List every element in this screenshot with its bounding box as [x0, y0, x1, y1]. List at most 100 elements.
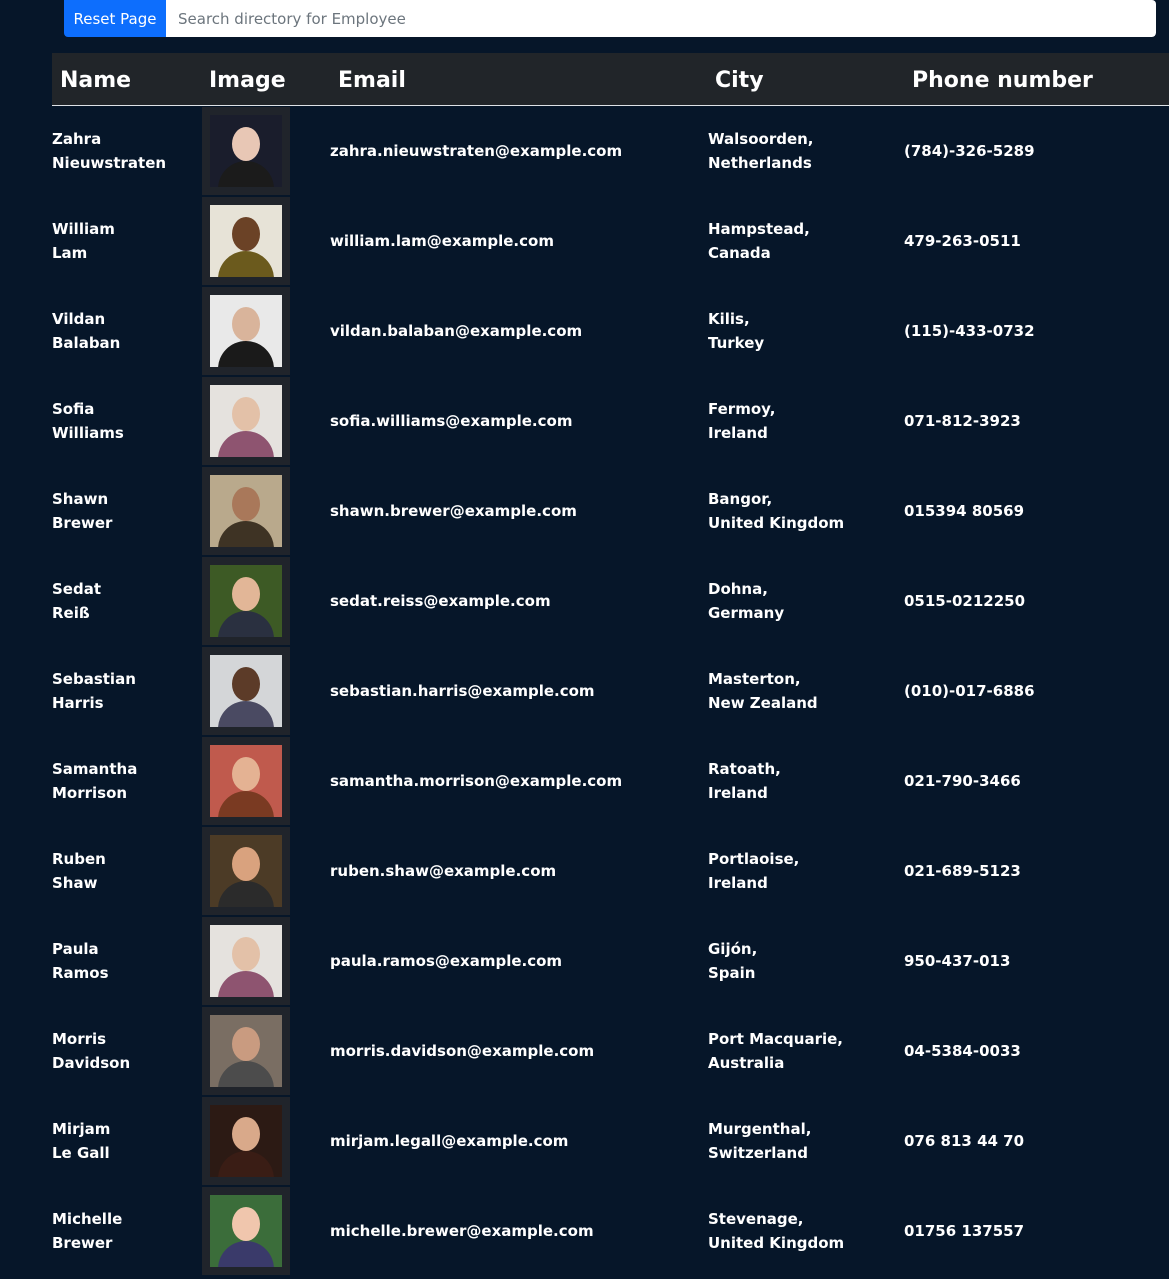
employee-phone: 076 813 44 70 — [904, 1132, 1025, 1150]
city: Gijón, — [708, 940, 758, 958]
city: Stevenage, — [708, 1210, 804, 1228]
table-row: Ruben Shaw ruben.shaw@example.com Portla… — [0, 827, 1169, 917]
avatar — [210, 1105, 282, 1177]
avatar-shoulders — [218, 611, 274, 637]
last-name: Brewer — [52, 514, 113, 532]
avatar-shoulders — [218, 791, 274, 817]
avatar-frame — [202, 557, 290, 645]
employee-phone: (115)-433-0732 — [904, 322, 1035, 340]
employee-email: paula.ramos@example.com — [330, 952, 563, 970]
avatar-frame — [202, 827, 290, 915]
avatar — [210, 835, 282, 907]
employee-location: Gijón, Spain — [708, 937, 898, 985]
last-name: Davidson — [52, 1054, 131, 1072]
avatar-shoulders — [218, 341, 274, 367]
employee-email: sofia.williams@example.com — [330, 412, 573, 430]
employee-name: Zahra Nieuwstraten — [52, 127, 197, 175]
avatar-head — [232, 847, 260, 881]
last-name: Nieuwstraten — [52, 154, 167, 172]
avatar-head — [232, 307, 260, 341]
first-name: Ruben — [52, 850, 106, 868]
city: Portlaoise, — [708, 850, 800, 868]
avatar-head — [232, 1027, 260, 1061]
last-name: Shaw — [52, 874, 98, 892]
first-name: Morris — [52, 1030, 107, 1048]
avatar-frame — [202, 737, 290, 825]
employee-email: vildan.balaban@example.com — [330, 322, 583, 340]
first-name: Mirjam — [52, 1120, 111, 1138]
avatar-head — [232, 487, 260, 521]
avatar — [210, 205, 282, 277]
employee-phone: 071-812-3923 — [904, 412, 1021, 430]
employee-phone: 950-437-013 — [904, 952, 1011, 970]
avatar — [210, 745, 282, 817]
employee-email: michelle.brewer@example.com — [330, 1222, 594, 1240]
table-row: Morris Davidson morris.davidson@example.… — [0, 1007, 1169, 1097]
avatar-frame — [202, 287, 290, 375]
table-row: Mirjam Le Gall mirjam.legall@example.com… — [0, 1097, 1169, 1187]
employee-name: Sedat Reiß — [52, 577, 197, 625]
last-name: Reiß — [52, 604, 90, 622]
employee-location: Port Macquarie, Australia — [708, 1027, 898, 1075]
last-name: Balaban — [52, 334, 121, 352]
employee-email: sebastian.harris@example.com — [330, 682, 595, 700]
employee-location: Masterton, New Zealand — [708, 667, 898, 715]
avatar-shoulders — [218, 251, 274, 277]
employee-email: morris.davidson@example.com — [330, 1042, 595, 1060]
country: Ireland — [708, 424, 768, 442]
table-row: William Lam william.lam@example.com Hamp… — [0, 197, 1169, 287]
avatar-head — [232, 667, 260, 701]
avatar-shoulders — [218, 701, 274, 727]
avatar — [210, 385, 282, 457]
avatar-frame — [202, 467, 290, 555]
country: United Kingdom — [708, 1234, 845, 1252]
reset-page-button[interactable]: Reset Page — [64, 0, 166, 37]
header-name[interactable]: Name — [60, 53, 131, 105]
last-name: Ramos — [52, 964, 109, 982]
first-name: Michelle — [52, 1210, 123, 1228]
avatar — [210, 115, 282, 187]
header-image: Image — [209, 68, 286, 93]
first-name: Paula — [52, 940, 99, 958]
avatar-head — [232, 127, 260, 161]
avatar — [210, 1195, 282, 1267]
employee-location: Walsoorden, Netherlands — [708, 127, 898, 175]
first-name: Sofia — [52, 400, 95, 418]
city: Murgenthal, — [708, 1120, 812, 1138]
avatar-shoulders — [218, 881, 274, 907]
avatar-head — [232, 757, 260, 791]
employee-email: ruben.shaw@example.com — [330, 862, 557, 880]
header-email: Email — [338, 68, 406, 93]
avatar-shoulders — [218, 1061, 274, 1087]
country: Ireland — [708, 874, 768, 892]
country: Germany — [708, 604, 785, 622]
employee-email: zahra.nieuwstraten@example.com — [330, 142, 623, 160]
search-bar: Reset Page — [64, 0, 1156, 37]
country: United Kingdom — [708, 514, 845, 532]
employee-name: William Lam — [52, 217, 197, 265]
header-phone: Phone number — [912, 68, 1093, 93]
avatar-head — [232, 217, 260, 251]
avatar-head — [232, 577, 260, 611]
avatar-shoulders — [218, 431, 274, 457]
search-input[interactable] — [166, 0, 1156, 37]
employee-location: Stevenage, United Kingdom — [708, 1207, 898, 1255]
avatar-head — [232, 1117, 260, 1151]
avatar-frame — [202, 1007, 290, 1095]
avatar-frame — [202, 647, 290, 735]
employee-name: Michelle Brewer — [52, 1207, 197, 1255]
header-city: City — [715, 68, 764, 93]
employee-location: Fermoy, Ireland — [708, 397, 898, 445]
country: Canada — [708, 244, 771, 262]
employee-name: Sebastian Harris — [52, 667, 197, 715]
table-row: Vildan Balaban vildan.balaban@example.co… — [0, 287, 1169, 377]
employee-location: Murgenthal, Switzerland — [708, 1117, 898, 1165]
employee-name: Morris Davidson — [52, 1027, 197, 1075]
avatar-frame — [202, 1187, 290, 1275]
country: Netherlands — [708, 154, 812, 172]
avatar — [210, 295, 282, 367]
employee-phone: (784)-326-5289 — [904, 142, 1035, 160]
first-name: Shawn — [52, 490, 109, 508]
city: Kilis, — [708, 310, 750, 328]
city: Ratoath, — [708, 760, 781, 778]
